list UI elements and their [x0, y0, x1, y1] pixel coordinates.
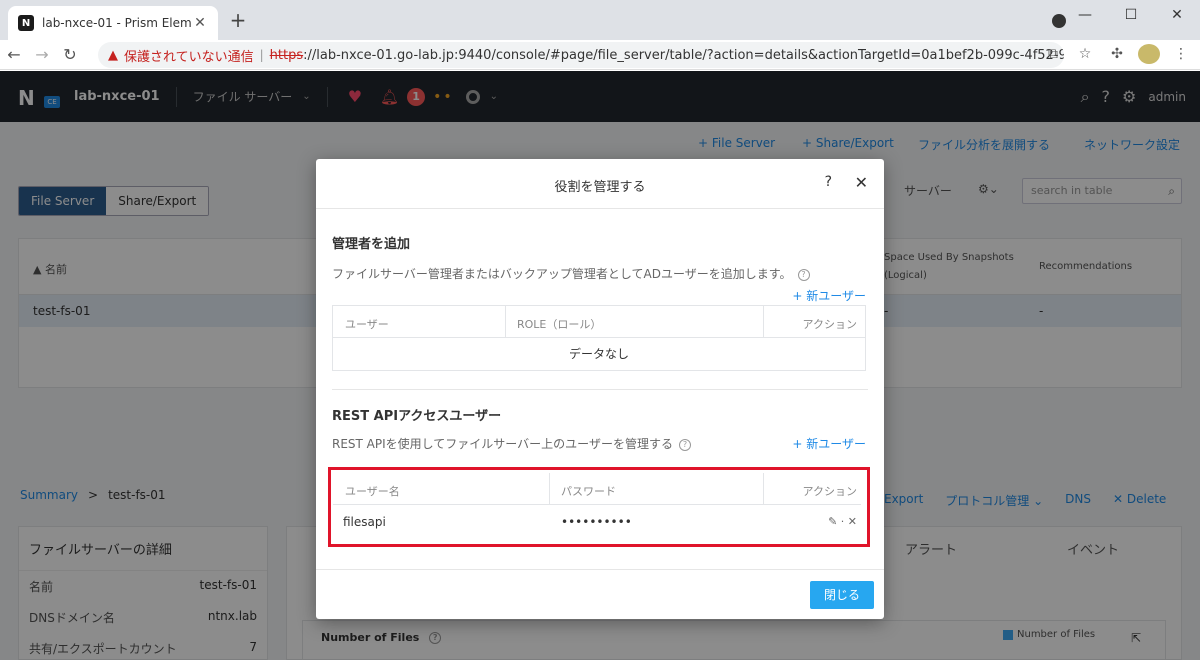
nutanix-favicon-icon: N	[18, 15, 34, 31]
row-edit-delete-icons[interactable]: ✎ · ✕	[828, 515, 857, 528]
column-divider	[549, 473, 550, 505]
warning-icon: ▲	[108, 47, 118, 63]
column-password: パスワード	[561, 485, 616, 498]
column-divider	[763, 306, 764, 338]
bookmark-star-icon[interactable]: ☆	[1074, 46, 1096, 62]
url-separator: |	[259, 48, 264, 62]
address-bar: ← → ↻ ▲ 保護されていない通信 | https ://lab-nxce-0…	[0, 40, 1200, 70]
add-admin-description: ファイルサーバー管理者またはバックアップ管理者としてADユーザーを追加します。?	[332, 265, 810, 282]
manage-roles-dialog: 役割を管理する ? ✕ 管理者を追加 ファイルサーバー管理者またはバックアップ管…	[316, 159, 884, 619]
api-username-cell: filesapi	[343, 515, 386, 529]
rest-api-users-description: REST APIを使用してファイルサーバー上のユーザーを管理する?	[332, 435, 691, 452]
dialog-footer: 閉じる	[316, 569, 884, 619]
window-close-button[interactable]: ✕	[1154, 7, 1200, 23]
minimize-button[interactable]: —	[1062, 7, 1108, 23]
help-icon[interactable]: ?	[678, 438, 691, 451]
browser-tab[interactable]: N lab-nxce-01 - Prism Element ✕	[8, 6, 218, 40]
add-api-user-link[interactable]: + 新ユーザー	[792, 435, 866, 452]
api-users-table: ユーザー名 パスワード アクション filesapi •••••••••• ✎ …	[333, 473, 861, 541]
window-controls: — ☐ ✕	[1062, 0, 1200, 30]
kebab-menu-icon[interactable]: ⋮	[1170, 46, 1192, 62]
back-icon[interactable]: ←	[0, 45, 28, 64]
not-secure-label: 保護されていない通信	[124, 49, 254, 65]
api-password-cell: ••••••••••	[561, 515, 632, 529]
add-admin-title: 管理者を追加	[332, 237, 411, 252]
column-divider	[763, 473, 764, 505]
column-role: ROLE（ロール）	[517, 318, 602, 331]
column-action: アクション	[802, 485, 857, 498]
tab-title: lab-nxce-01 - Prism Element	[42, 16, 192, 30]
extension-icons: ⧉ ☆ ✣ ⋮	[1042, 44, 1192, 64]
url-text: ://lab-nxce-01.go-lab.jp:9440/console/#p…	[303, 47, 1064, 63]
profile-avatar[interactable]	[1138, 44, 1160, 64]
help-icon[interactable]: ?	[797, 268, 810, 281]
column-user: ユーザー	[345, 318, 389, 331]
tab-close-icon[interactable]: ✕	[192, 15, 208, 31]
close-button[interactable]: 閉じる	[810, 581, 874, 609]
column-divider	[505, 306, 506, 338]
url-scheme: https	[269, 47, 304, 63]
close-icon[interactable]: ✕	[855, 173, 868, 192]
table-header: ユーザー名 パスワード アクション	[333, 473, 861, 505]
add-admin-user-link[interactable]: + 新ユーザー	[792, 287, 866, 304]
puzzle-icon[interactable]: ✣	[1106, 46, 1128, 62]
table-row: filesapi •••••••••• ✎ · ✕	[333, 505, 861, 541]
section-divider	[332, 389, 868, 390]
dialog-title: 役割を管理する	[554, 180, 646, 195]
forward-icon[interactable]: →	[28, 45, 56, 64]
column-action: アクション	[802, 318, 857, 331]
rest-api-users-title: REST APIアクセスユーザー	[332, 409, 502, 424]
dialog-header: 役割を管理する ? ✕	[316, 159, 884, 209]
column-username: ユーザー名	[345, 485, 400, 498]
reload-icon[interactable]: ↻	[56, 45, 84, 64]
new-tab-button[interactable]: +	[228, 10, 248, 30]
browser-tabstrip: N lab-nxce-01 - Prism Element ✕ + — ☐ ✕	[0, 0, 1200, 40]
empty-state: データなし	[568, 347, 629, 361]
admin-users-table: ユーザー ROLE（ロール） アクション データなし	[332, 305, 866, 371]
help-icon[interactable]: ?	[825, 174, 832, 190]
table-header: ユーザー ROLE（ロール） アクション	[333, 306, 865, 338]
url-input[interactable]: ▲ 保護されていない通信 | https ://lab-nxce-01.go-l…	[98, 42, 1064, 68]
translate-icon[interactable]: ⧉	[1042, 46, 1064, 62]
maximize-button[interactable]: ☐	[1108, 7, 1154, 23]
